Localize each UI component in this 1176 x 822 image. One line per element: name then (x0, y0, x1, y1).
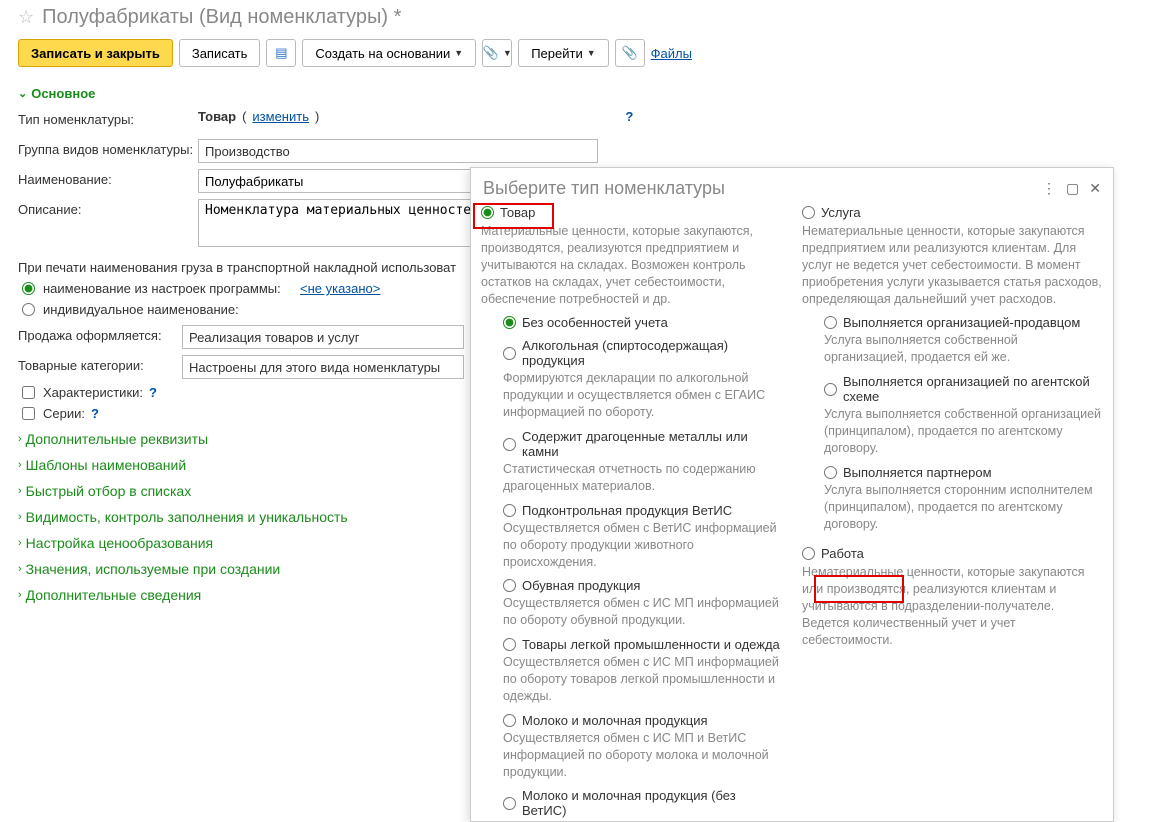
radio-sub-6[interactable] (503, 714, 516, 727)
radio-rabota[interactable] (802, 547, 815, 560)
radio-usluga[interactable] (802, 206, 815, 219)
group-select[interactable]: Производство (198, 139, 598, 163)
chevron-right-icon: › (18, 511, 22, 523)
radio-usub-1[interactable] (824, 383, 837, 396)
toolbar: Записать и закрыть Записать ▤ Создать на… (0, 29, 1176, 78)
chevron-right-icon: › (18, 537, 22, 549)
check-characteristics[interactable] (22, 386, 35, 399)
sale-select[interactable]: Реализация товаров и услуг (182, 325, 464, 349)
radio-individual[interactable] (22, 303, 35, 316)
sale-label: Продажа оформляется: (18, 325, 182, 343)
radio-usub-0[interactable] (824, 316, 837, 329)
group-label: Группа видов номенклатуры: (18, 139, 198, 157)
chevron-right-icon: › (18, 485, 22, 497)
page-title: Полуфабрикаты (Вид номенклатуры) * (42, 6, 401, 29)
cat-select[interactable]: Настроены для этого вида номенклатуры (182, 355, 464, 379)
radio-sub-1[interactable] (503, 347, 516, 360)
type-value: Товар (198, 109, 236, 124)
chevron-right-icon: › (18, 433, 22, 445)
report-button[interactable]: ▤ (266, 39, 296, 67)
help-icon[interactable]: ? (149, 385, 157, 400)
type-selector-popup: Выберите тип номенклатуры ⋮ ▢ ✕ Товар Ма… (470, 167, 1114, 822)
chevron-down-icon: ▼ (454, 48, 463, 58)
radio-sub-2[interactable] (503, 438, 516, 451)
check-series[interactable] (22, 407, 35, 420)
chevron-down-icon: ⌄ (18, 87, 27, 100)
help-icon[interactable]: ? (91, 406, 99, 421)
type-label: Тип номенклатуры: (18, 109, 198, 127)
radio-tovar[interactable] (481, 206, 494, 219)
not-set-link[interactable]: <не указано> (300, 281, 380, 296)
popup-col-left: Товар Материальные ценности, которые зак… (481, 205, 782, 811)
chevron-down-icon: ▼ (503, 48, 512, 58)
clip-button[interactable]: 📎 (615, 39, 645, 67)
radio-sub-5[interactable] (503, 638, 516, 651)
paperclip-icon: 📎 (622, 45, 638, 61)
radio-sub-3[interactable] (503, 504, 516, 517)
files-link[interactable]: Файлы (651, 46, 692, 61)
radio-program[interactable] (22, 282, 35, 295)
report-icon: ▤ (275, 45, 287, 61)
save-close-button[interactable]: Записать и закрыть (18, 39, 173, 67)
chevron-right-icon: › (18, 589, 22, 601)
save-button[interactable]: Записать (179, 39, 261, 67)
popup-title: Выберите тип номенклатуры (483, 178, 725, 199)
chevron-right-icon: › (18, 459, 22, 471)
type-change-link[interactable]: изменить (252, 109, 309, 124)
create-based-button[interactable]: Создать на основании ▼ (302, 39, 476, 67)
more-icon[interactable]: ⋮ (1042, 180, 1056, 197)
radio-sub-4[interactable] (503, 579, 516, 592)
radio-sub-7[interactable] (503, 797, 516, 810)
chevron-right-icon: › (18, 563, 22, 575)
favorite-star-icon[interactable]: ☆ (18, 7, 34, 28)
chevron-down-icon: ▼ (587, 48, 596, 58)
desc-label: Описание: (18, 199, 198, 217)
close-icon[interactable]: ✕ (1089, 180, 1101, 197)
popup-col-right: Услуга Нематериальные ценности, которые … (802, 205, 1103, 811)
radio-usub-2[interactable] (824, 466, 837, 479)
section-main-header[interactable]: ⌄ Основное (18, 86, 1158, 101)
cat-label: Товарные категории: (18, 355, 182, 373)
attach-button[interactable]: 📎▼ (482, 39, 512, 67)
attach-icon: 📎 (483, 45, 499, 61)
radio-sub-0[interactable] (503, 316, 516, 329)
help-icon[interactable]: ? (625, 109, 633, 124)
name-label: Наименование: (18, 169, 198, 187)
goto-button[interactable]: Перейти ▼ (518, 39, 608, 67)
maximize-icon[interactable]: ▢ (1066, 180, 1079, 197)
